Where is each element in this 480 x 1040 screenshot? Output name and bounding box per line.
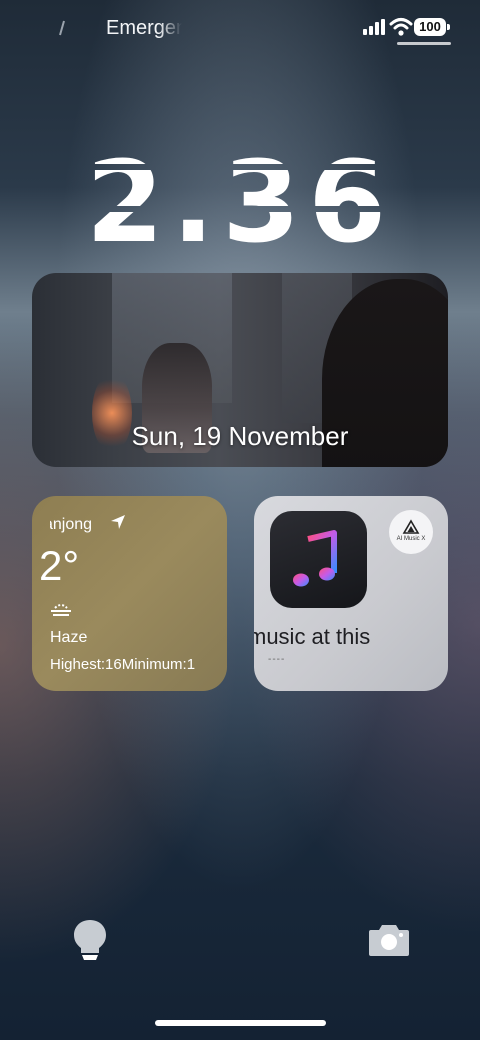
date-label: Sun, 19 November	[131, 421, 349, 451]
weather-temperature: 2°	[39, 542, 80, 589]
location-arrow-icon	[111, 515, 125, 529]
flashlight-icon[interactable]	[71, 918, 109, 962]
camera-icon[interactable]	[367, 920, 411, 960]
weather-range: Highest:16Minimum:1	[50, 656, 196, 673]
badge-label: AI Music X	[396, 536, 426, 542]
music-source-badge: AI Music X	[389, 510, 433, 554]
home-indicator[interactable]	[155, 1020, 326, 1026]
lockscreen-clock: 2.36	[85, 138, 395, 268]
battery-nub	[447, 24, 450, 30]
notification-icon	[59, 20, 65, 36]
weather-condition: Haze	[50, 629, 88, 646]
weather-location: Tanjong	[50, 516, 93, 533]
music-note-icon	[293, 530, 337, 587]
battery-icon: 100	[414, 18, 446, 36]
carrier-label: Emergency	[106, 17, 182, 39]
status-bar: Emergency 100	[0, 0, 480, 56]
weather-widget[interactable]: Tanjong 2° Haze Highest:16Minimum:1	[32, 496, 227, 691]
photo-date-widget[interactable]: Sun, 19 November	[32, 273, 448, 467]
signal-icon	[363, 19, 385, 35]
music-app-icon[interactable]	[270, 511, 367, 608]
triangle-logo-icon	[402, 519, 420, 534]
notification-pull-indicator[interactable]	[397, 42, 451, 45]
music-subtitle: ----	[268, 654, 286, 665]
music-widget[interactable]: AI Music X music at this ----	[254, 496, 448, 691]
music-title: music at this	[254, 624, 371, 649]
haze-icon	[51, 604, 71, 616]
wifi-icon	[389, 18, 413, 36]
